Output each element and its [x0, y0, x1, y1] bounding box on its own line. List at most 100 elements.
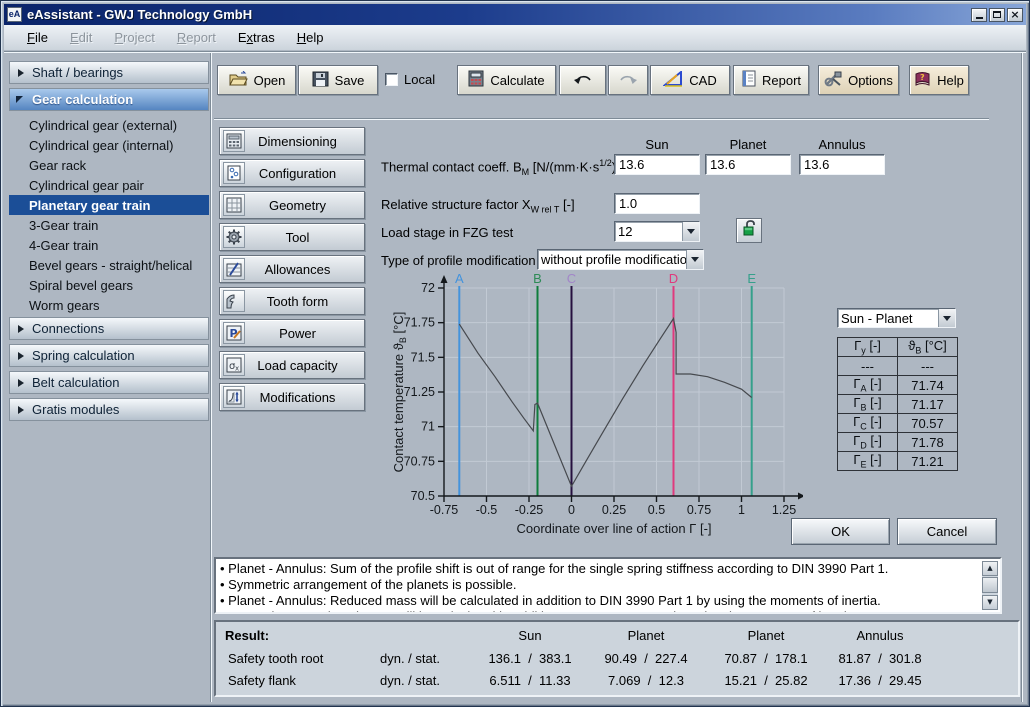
menu-extras[interactable]: Extras [227, 27, 286, 48]
menu-help[interactable]: Help [286, 27, 335, 48]
sidebar-item-cylindrical-gear-pair[interactable]: Cylindrical gear pair [9, 175, 209, 195]
chevron-down-icon[interactable] [686, 250, 703, 269]
sidebar-item-worm-gears[interactable]: Worm gears [9, 295, 209, 315]
scroll-up-button[interactable]: ▲ [982, 561, 998, 576]
sidebar-section-gratis-modules[interactable]: Gratis modules [9, 398, 209, 421]
modifications-chart-icon [223, 386, 245, 408]
event-value-cell: 70.57 [898, 414, 958, 433]
divider [4, 51, 1026, 52]
sidebar-item-cylindrical-gear-internal[interactable]: Cylindrical gear (internal) [9, 135, 209, 155]
event-values-table-body: Γy [-]ϑB [°C]------ΓA [-]71.74ΓB [-]71.1… [838, 338, 958, 471]
scrollbar-thumb[interactable] [982, 577, 998, 593]
nav-tooth-form-button[interactable]: Tooth form [219, 287, 365, 315]
nav-power-button[interactable]: PPower [219, 319, 365, 347]
profile-modification-select[interactable]: without profile modification [537, 249, 704, 270]
local-checkbox[interactable] [385, 73, 398, 86]
help-button[interactable]: ? Help [909, 65, 969, 95]
column-header-planet: Planet [705, 137, 791, 152]
temperature-column-header: ϑB [°C] [898, 338, 958, 357]
thermal-coeff-sun-input[interactable] [614, 154, 700, 175]
scroll-down-button[interactable]: ▼ [982, 595, 998, 610]
close-button[interactable]: × [1007, 8, 1023, 22]
svg-text:A: A [455, 273, 464, 286]
messages-scrollbar[interactable]: ▲ ▼ [982, 561, 998, 610]
sidebar-section-connections[interactable]: Connections [9, 317, 209, 340]
redo-arrow-icon [617, 72, 639, 89]
menu-project: Project [103, 27, 165, 48]
configuration-icon [223, 162, 245, 184]
undo-arrow-icon [572, 72, 594, 89]
calculate-button[interactable]: Calculate [457, 65, 556, 95]
sidebar: Shaft / bearings Gear calculation Cylindri… [9, 61, 209, 425]
report-document-icon [741, 70, 756, 90]
nav-tool-button[interactable]: Tool [219, 223, 365, 251]
nav-dimensioning-button[interactable]: Dimensioning [219, 127, 365, 155]
sidebar-section-belt-calculation[interactable]: Belt calculation [9, 371, 209, 394]
collapsed-arrow-icon [18, 69, 24, 77]
help-button-label: Help [937, 73, 964, 88]
menu-report: Report [166, 27, 227, 48]
event-values-row: ------ [838, 357, 958, 376]
report-button[interactable]: Report [733, 65, 809, 95]
divider [1021, 53, 1022, 702]
thermal-coeff-planet-input[interactable] [705, 154, 791, 175]
messages-box: • Planet - Annulus: Sum of the profile s… [214, 557, 1002, 614]
sidebar-section-label: Belt calculation [32, 375, 119, 390]
svg-text:?: ? [920, 73, 925, 82]
chevron-down-icon[interactable] [682, 222, 699, 241]
sidebar-section-label: Shaft / bearings [32, 65, 123, 80]
maximize-button[interactable] [989, 8, 1005, 22]
sidebar-item-bevel-gears-straight-helical[interactable]: Bevel gears - straight/helical [9, 255, 209, 275]
svg-text:71: 71 [421, 420, 435, 434]
nav-configuration-button[interactable]: Configuration [219, 159, 365, 187]
chevron-down-icon[interactable] [938, 309, 955, 327]
options-button[interactable]: Options [818, 65, 899, 95]
undo-button[interactable] [559, 65, 606, 95]
open-folder-icon [228, 71, 248, 90]
event-values-header-row: Γy [-]ϑB [°C] [838, 338, 958, 357]
cancel-button[interactable]: Cancel [897, 518, 997, 545]
gear-tool-icon [223, 226, 245, 248]
gear-pair-select[interactable]: Sun - Planet [837, 308, 956, 328]
nav-modifications-button[interactable]: Modifications [219, 383, 365, 411]
svg-text:70.75: 70.75 [404, 454, 435, 468]
sidebar-item-planetary-gear-train[interactable]: Planetary gear train [9, 195, 209, 215]
local-checkbox-label: Local [404, 72, 435, 87]
redo-button[interactable] [608, 65, 648, 95]
sidebar-section-gear-calculation[interactable]: Gear calculation [9, 88, 209, 111]
sidebar-item-4-gear-train[interactable]: 4-Gear train [9, 235, 209, 255]
profile-modification-value: without profile modification [538, 250, 686, 269]
app-icon: eA [7, 7, 22, 22]
minimize-button[interactable] [971, 8, 987, 22]
maximize-icon [993, 11, 1001, 18]
result-row-mode: dyn. / stat. [380, 673, 440, 688]
nav-load-capacity-button[interactable]: σxLoad capacity [219, 351, 365, 379]
sidebar-item-cylindrical-gear-external[interactable]: Cylindrical gear (external) [9, 115, 209, 135]
nav-allowances-button[interactable]: Allowances [219, 255, 365, 283]
options-tools-icon [824, 71, 842, 90]
cad-triangle-ruler-icon [663, 71, 683, 90]
cad-button[interactable]: CAD [650, 65, 730, 95]
svg-text:71.5: 71.5 [411, 350, 435, 364]
sidebar-section-shaft-bearings[interactable]: Shaft / bearings [9, 61, 209, 84]
event-value-cell: 71.17 [898, 395, 958, 414]
ok-button[interactable]: OK [791, 518, 890, 545]
sidebar-item-3-gear-train[interactable]: 3-Gear train [9, 215, 209, 235]
thermal-coeff-annulus-input[interactable] [799, 154, 885, 175]
calculator-icon [468, 70, 484, 90]
result-row-mode: dyn. / stat. [380, 651, 440, 666]
sidebar-section-spring-calculation[interactable]: Spring calculation [9, 344, 209, 367]
open-button[interactable]: Open [217, 65, 296, 95]
svg-text:P: P [230, 327, 238, 340]
event-value-cell: 71.21 [898, 452, 958, 471]
divider [214, 118, 989, 119]
sidebar-item-gear-rack[interactable]: Gear rack [9, 155, 209, 175]
fzg-load-stage-select[interactable]: 12 [614, 221, 700, 242]
sidebar-item-spiral-bevel-gears[interactable]: Spiral bevel gears [9, 275, 209, 295]
lock-button[interactable] [736, 218, 762, 243]
nav-geometry-button[interactable]: Geometry [219, 191, 365, 219]
menu-file[interactable]: File [16, 27, 59, 48]
save-button[interactable]: Save [298, 65, 378, 95]
structure-factor-input[interactable] [614, 193, 700, 214]
svg-text:x: x [235, 365, 239, 373]
